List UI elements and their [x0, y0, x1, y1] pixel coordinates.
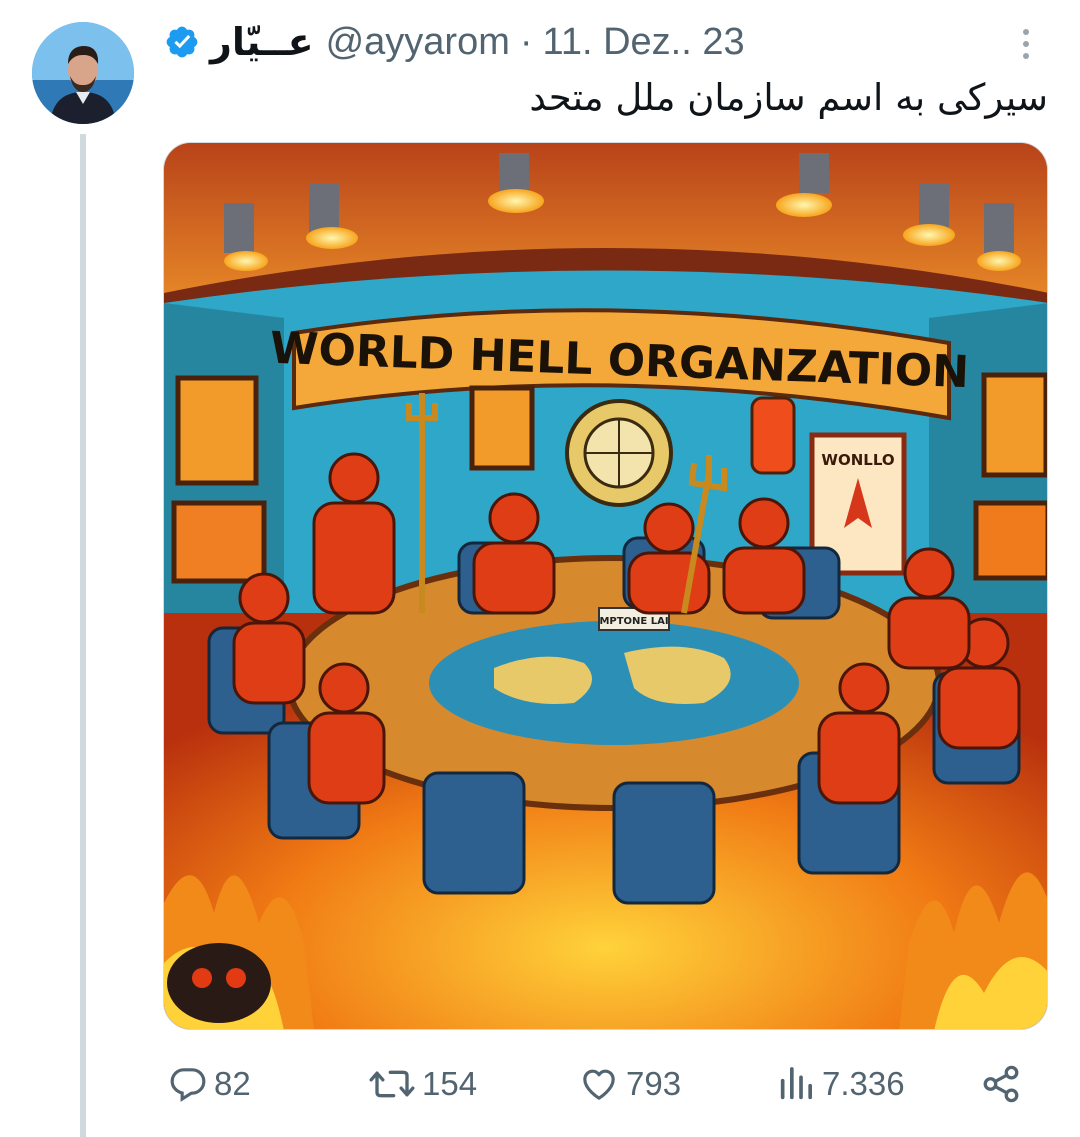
- placard-text: MPTONE LAI: [599, 616, 668, 627]
- views-count: 7.336: [822, 1065, 905, 1102]
- avatar-photo: [32, 22, 134, 124]
- tweet-header: عــیّار @ayyarom · 11. Dez.. 23: [164, 14, 745, 70]
- thread-line: [80, 134, 86, 1137]
- share-button[interactable]: [980, 1052, 1028, 1116]
- image-illustration: WORLD HELL ORGANZATION WONLLO MPTONE LAI: [164, 143, 1047, 1029]
- tweet-text: سیرکی به اسم سازمان ملل متحد: [529, 76, 1048, 119]
- share-icon: [983, 1065, 1019, 1103]
- repost-icon: [369, 1070, 415, 1098]
- repost-count: 154: [422, 1065, 478, 1102]
- reply-count: 82: [214, 1065, 251, 1102]
- action-bar: 82 154 793 7.336: [0, 1052, 1080, 1116]
- avatar[interactable]: [32, 22, 134, 124]
- tweet-image[interactable]: WORLD HELL ORGANZATION WONLLO MPTONE LAI: [163, 142, 1048, 1030]
- reply-button[interactable]: 82: [168, 1052, 251, 1116]
- poster-text: WONLLO: [821, 451, 894, 469]
- reply-icon: [170, 1068, 206, 1102]
- repost-button[interactable]: 154: [368, 1052, 477, 1116]
- like-button[interactable]: 793: [578, 1052, 681, 1116]
- verified-icon: [166, 26, 198, 58]
- separator-dot: ·: [519, 20, 533, 63]
- more-icon[interactable]: [1008, 24, 1044, 64]
- like-count: 793: [626, 1065, 682, 1102]
- display-name[interactable]: عــیّار: [210, 20, 314, 64]
- views-button[interactable]: 7.336: [776, 1052, 905, 1116]
- user-handle[interactable]: @ayyarom: [326, 21, 510, 64]
- tweet-date[interactable]: 11. Dez.. 23: [543, 21, 745, 64]
- views-icon: [780, 1067, 812, 1100]
- like-icon: [583, 1069, 615, 1100]
